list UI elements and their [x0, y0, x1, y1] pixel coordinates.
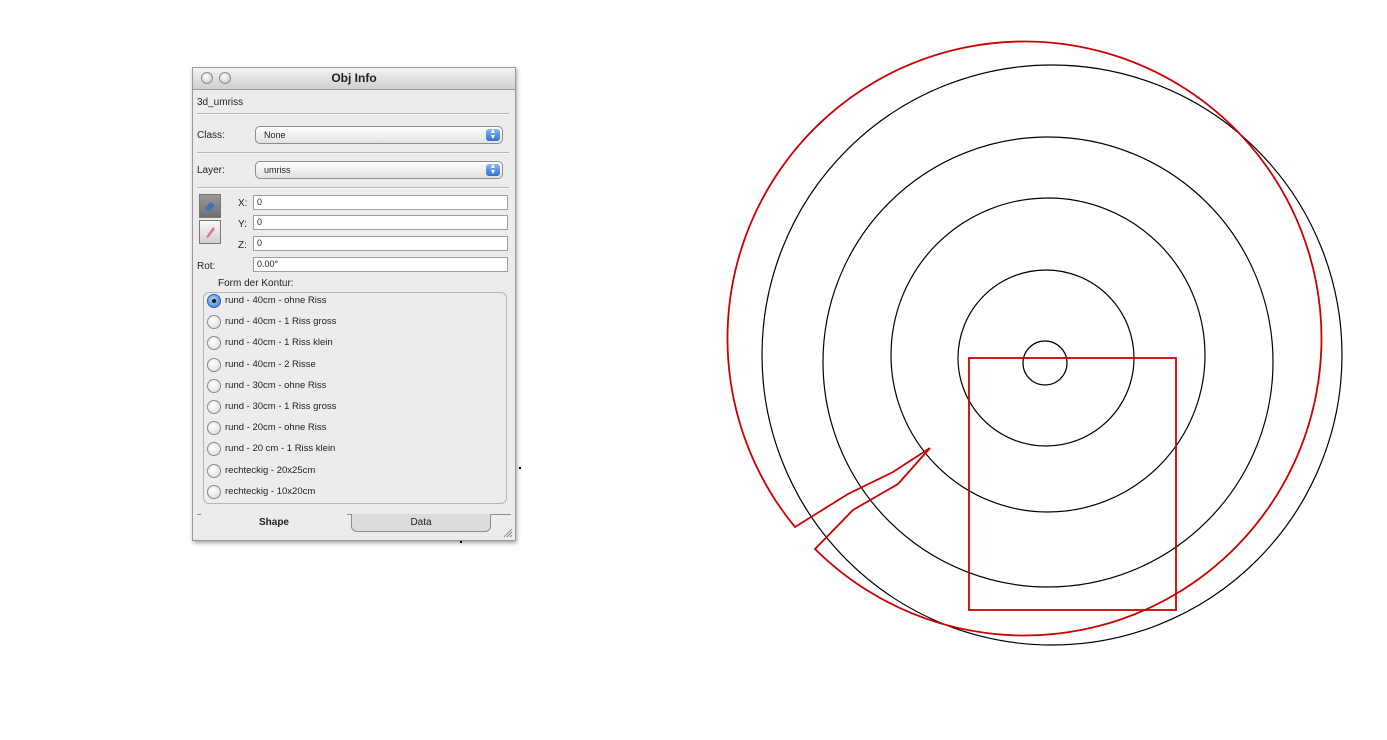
dot [519, 467, 521, 469]
contour-circle-inner [1022, 340, 1068, 386]
red-rectangle [968, 357, 1177, 611]
contour-circle-3 [890, 197, 1206, 513]
contour-circle-2 [822, 136, 1274, 588]
red-outline-with-crack [726, 40, 1323, 637]
drawing-canvas[interactable] [0, 0, 1387, 740]
dot [460, 541, 462, 543]
